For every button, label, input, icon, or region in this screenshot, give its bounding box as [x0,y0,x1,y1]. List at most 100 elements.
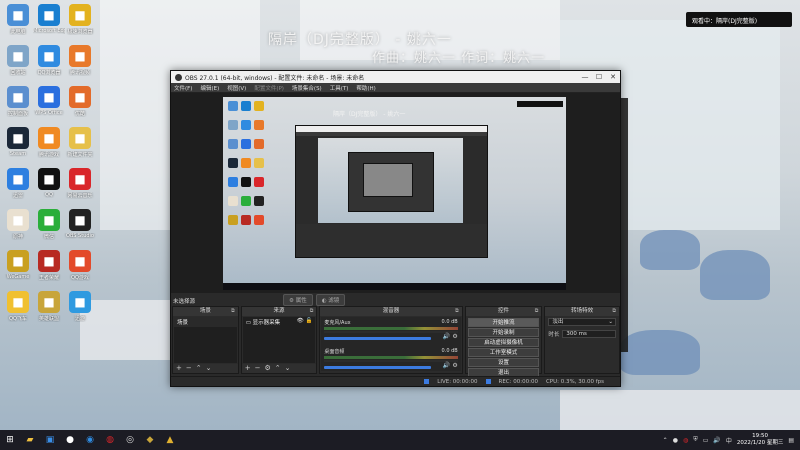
studio-mode-button[interactable]: 工作室模式 [467,348,540,357]
move-down-icon[interactable]: ⌄ [285,364,295,372]
volume-slider[interactable] [324,366,432,369]
input-method-icon[interactable]: 中 [726,436,732,445]
desktop-icon[interactable]: ■ WPS Office [33,86,65,116]
transition-type-select[interactable]: 淡出 ⌄ [548,318,616,326]
desktop-icon[interactable]: ■ 迅雷 [2,168,34,199]
desktop-icon-label: 英雄联盟 [38,316,59,322]
desktop-icon[interactable]: ■ 腾讯游戏 [33,127,65,158]
gear-icon[interactable]: ⚙ [452,362,457,369]
desktop-icon[interactable]: ■ 控制面板 [2,86,34,117]
scene-item[interactable]: 场景 [174,317,237,327]
desktop-icon-label: 微信 [43,234,54,240]
steam-icon: ■ [7,127,29,149]
close-icon[interactable]: ✕ [606,73,620,81]
wegame-icon[interactable]: ▲ [160,430,180,450]
dock-undock-icon[interactable]: ⧉ [310,307,314,316]
desktop-icon[interactable]: ■ 网易云音乐 [64,168,96,199]
minimize-icon[interactable]: — [578,73,592,81]
desktop-icon[interactable]: ■ 回收站 [2,45,34,76]
volume-slider[interactable] [324,337,432,340]
move-up-icon[interactable]: ⌃ [275,364,285,372]
move-up-icon[interactable]: ⌃ [196,364,206,372]
desktop-icon[interactable]: ■ 极速浏览器 [64,4,96,35]
desktop-icon[interactable]: ■ Steam [2,127,34,157]
desktop-icon[interactable]: ■ Microsoft Edge [33,4,65,34]
preview-notification [517,101,563,107]
menu-edit[interactable]: 编辑(E) [200,84,219,92]
tray-qq-icon[interactable]: ● [673,437,678,444]
tray-security-icon[interactable]: ⛨ [693,436,698,444]
desktop-icon[interactable]: ■ QQ [33,168,65,198]
desktop-icon[interactable]: ■ WeGame [2,250,34,280]
speaker-icon[interactable]: 🔊 [443,362,450,369]
netease-music-icon[interactable]: ◍ [100,430,120,450]
dock-undock-icon[interactable]: ⧉ [231,307,235,316]
speaker-icon[interactable]: 🔊 [443,333,450,340]
menu-tools[interactable]: 工具(T) [330,84,349,92]
scenes-list[interactable]: 场景 [174,317,237,363]
desktop-icon[interactable]: ■ 优酷 [64,86,96,117]
start-streaming-button[interactable]: 开始推流 [467,318,540,327]
gear-icon[interactable]: ⚙ [264,364,274,372]
desktop-icon[interactable]: ■ QQ浏览器 [33,45,65,76]
properties-button[interactable]: ⚙ 属性 [283,294,313,306]
preview-area[interactable]: 隔岸（DJ完整版） - 姚六一 [171,93,620,293]
start-virtual-camera-button[interactable]: 启动虚拟摄像机 [467,338,540,347]
desktop-icon[interactable]: ■ QQ飞车 [2,291,34,322]
desktop-icon[interactable]: ■ 腾讯视频 [64,45,96,76]
desktop-icon-label: 新建文件夹 [67,152,93,158]
source-item[interactable]: ▭ 显示器采集 👁 🔓 [243,317,316,327]
dock-undock-icon[interactable]: ⧉ [535,307,539,316]
desktop-icon[interactable]: ■ QQ游戏 [64,250,96,281]
menu-file[interactable]: 文件(F) [174,84,192,92]
notification-center-icon[interactable]: ▤ [788,437,794,444]
settings-button[interactable]: 设置 [467,358,540,367]
obs-window-title: OBS 27.0.1 (64-bit, windows) - 配置文件: 未命名… [185,74,365,82]
gear-icon[interactable]: ⚙ [452,333,457,340]
preview-canvas[interactable]: 隔岸（DJ完整版） - 姚六一 [223,97,566,290]
menu-view[interactable]: 视图(V) [227,84,246,92]
remove-icon[interactable]: − [255,364,265,372]
lock-icon[interactable]: 🔓 [306,318,313,324]
menu-profile[interactable]: 配置文件(P) [254,84,284,92]
start-icon[interactable]: ⊞ [0,430,20,450]
volume-icon[interactable]: 🔊 [713,437,720,444]
add-icon[interactable]: + [245,364,255,372]
taskbar-clock[interactable]: 19:50 2022/1/20 星期三 [737,433,783,447]
store-icon[interactable]: ▣ [40,430,60,450]
desktop-icon[interactable]: ■ 英雄联盟 [33,291,65,322]
desktop-icon[interactable]: ■ 王者荣耀 [33,250,65,281]
lol-icon[interactable]: ◆ [140,430,160,450]
folder-icon[interactable]: ▰ [20,430,40,450]
menu-scene-collection[interactable]: 场景集合(S) [292,84,322,92]
qq-browser-icon[interactable]: ◉ [80,430,100,450]
background-chair-3 [620,330,700,375]
live-indicator-icon [424,379,430,384]
obs-icon[interactable]: ◎ [120,430,140,450]
start-recording-button[interactable]: 开始录制 [467,328,540,337]
filters-button[interactable]: ◐ 滤镜 [315,294,346,306]
dock-undock-icon[interactable]: ⧉ [455,307,459,316]
desktop-icon[interactable]: ■ 原神 [2,209,34,240]
maximize-icon[interactable]: ☐ [592,73,606,81]
desktop-icon[interactable]: ■ 新建文件夹 [64,127,96,158]
dock-undock-icon[interactable]: ⧉ [612,307,616,316]
desktop-icon[interactable]: ■ 此电脑 [2,4,34,35]
add-icon[interactable]: + [176,364,186,372]
menu-help[interactable]: 帮助(H) [356,84,375,92]
tray-music-icon[interactable]: ◍ [683,437,688,444]
sources-list[interactable]: ▭ 显示器采集 👁 🔓 [242,317,316,363]
network-icon[interactable]: ▭ [703,437,709,444]
now-playing-notification[interactable]: 观看中：隔岸(DJ完整版) [686,12,792,27]
obs-window[interactable]: OBS 27.0.1 (64-bit, windows) - 配置文件: 未命名… [170,70,621,387]
move-down-icon[interactable]: ⌄ [206,364,216,372]
tray-chevron-icon[interactable]: ⌃ [663,437,668,444]
obs-titlebar[interactable]: OBS 27.0.1 (64-bit, windows) - 配置文件: 未命名… [171,71,620,83]
desktop-icon[interactable]: ■ 迅游 [64,291,96,322]
desktop-icon[interactable]: ■ 微信 [33,209,65,240]
transition-duration-input[interactable]: 300 ms [562,330,616,338]
desktop-icon[interactable]: ■ OBS Studio [64,209,96,239]
remove-icon[interactable]: − [186,364,196,372]
qq-icon[interactable]: ● [60,430,80,450]
eye-icon[interactable]: 👁 [297,318,304,324]
